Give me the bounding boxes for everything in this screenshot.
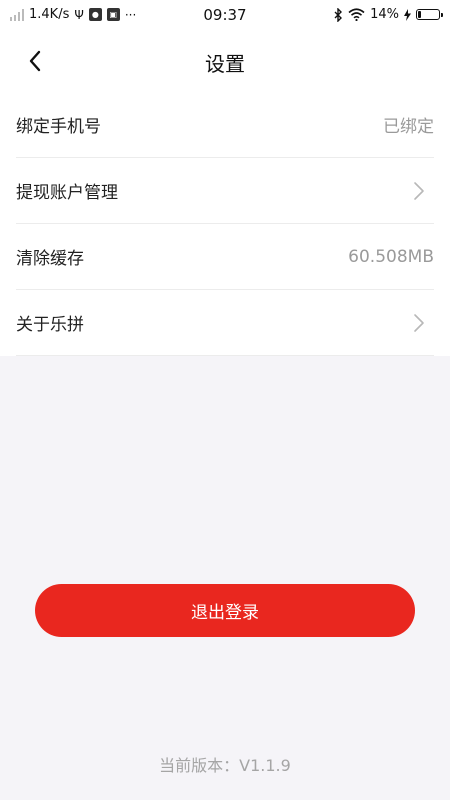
settings-item-label: 提现账户管理 — [16, 183, 118, 203]
settings-item-label: 清除缓存 — [16, 249, 84, 269]
bluetooth-icon — [334, 7, 343, 22]
chevron-right-icon — [414, 181, 424, 200]
settings-item-value: 已绑定 — [383, 117, 434, 137]
status-bar: 1.4K/s Ψ ● ▣ ··· 09:37 14% — [0, 0, 450, 30]
settings-item-clear-cache[interactable]: 清除缓存 60.508MB — [16, 224, 434, 290]
page-title: 设置 — [205, 52, 245, 76]
charging-icon — [404, 8, 411, 21]
settings-list: 绑定手机号 已绑定 提现账户管理 清除缓存 60.508MB 关于乐拼 — [0, 92, 450, 356]
settings-screen: 1.4K/s Ψ ● ▣ ··· 09:37 14% 设置 绑定手机号 已绑定 … — [0, 0, 450, 800]
settings-item-bind-phone[interactable]: 绑定手机号 已绑定 — [16, 92, 434, 158]
battery-percent: 14% — [370, 7, 399, 22]
nav-bar: 设置 — [0, 30, 450, 92]
version-text: 当前版本：V1.1.9 — [159, 756, 291, 775]
battery-icon — [416, 9, 443, 20]
settings-item-label: 绑定手机号 — [16, 117, 101, 137]
cache-size-value: 60.508MB — [348, 246, 434, 267]
battery-fill — [418, 11, 421, 18]
chevron-right-icon — [414, 313, 424, 332]
settings-item-about[interactable]: 关于乐拼 — [16, 290, 434, 356]
settings-item-withdraw-accounts[interactable]: 提现账户管理 — [16, 158, 434, 224]
wifi-icon — [348, 8, 365, 21]
settings-item-label: 关于乐拼 — [16, 315, 84, 335]
status-bar-right: 14% — [333, 7, 443, 22]
logout-button[interactable]: 退出登录 — [35, 584, 415, 637]
